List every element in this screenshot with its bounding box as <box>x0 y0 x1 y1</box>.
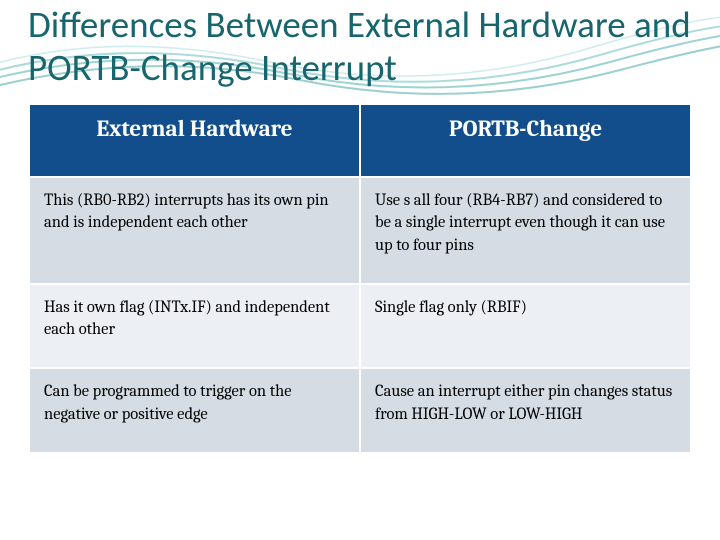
comparison-table-container: External Hardware PORTB-Change This (RB0… <box>0 89 720 454</box>
cell-ext-3: Can be programmed to trigger on the nega… <box>29 368 360 453</box>
table-row: Can be programmed to trigger on the nega… <box>29 368 691 453</box>
cell-ext-2: Has it own flag (INTx.IF) and independen… <box>29 284 360 369</box>
table-row: This (RB0-RB2) interrupts has its own pi… <box>29 177 691 284</box>
cell-portb-1: Use s all four (RB4-RB7) and considered … <box>360 177 691 284</box>
table-row: Has it own flag (INTx.IF) and independen… <box>29 284 691 369</box>
cell-portb-2: Single flag only (RBIF) <box>360 284 691 369</box>
cell-ext-1: This (RB0-RB2) interrupts has its own pi… <box>29 177 360 284</box>
header-portb-change: PORTB-Change <box>360 104 691 177</box>
slide-title: Differences Between External Hardware an… <box>0 0 720 89</box>
header-external-hardware: External Hardware <box>29 104 360 177</box>
cell-portb-3: Cause an interrupt either pin changes st… <box>360 368 691 453</box>
comparison-table: External Hardware PORTB-Change This (RB0… <box>28 103 692 454</box>
